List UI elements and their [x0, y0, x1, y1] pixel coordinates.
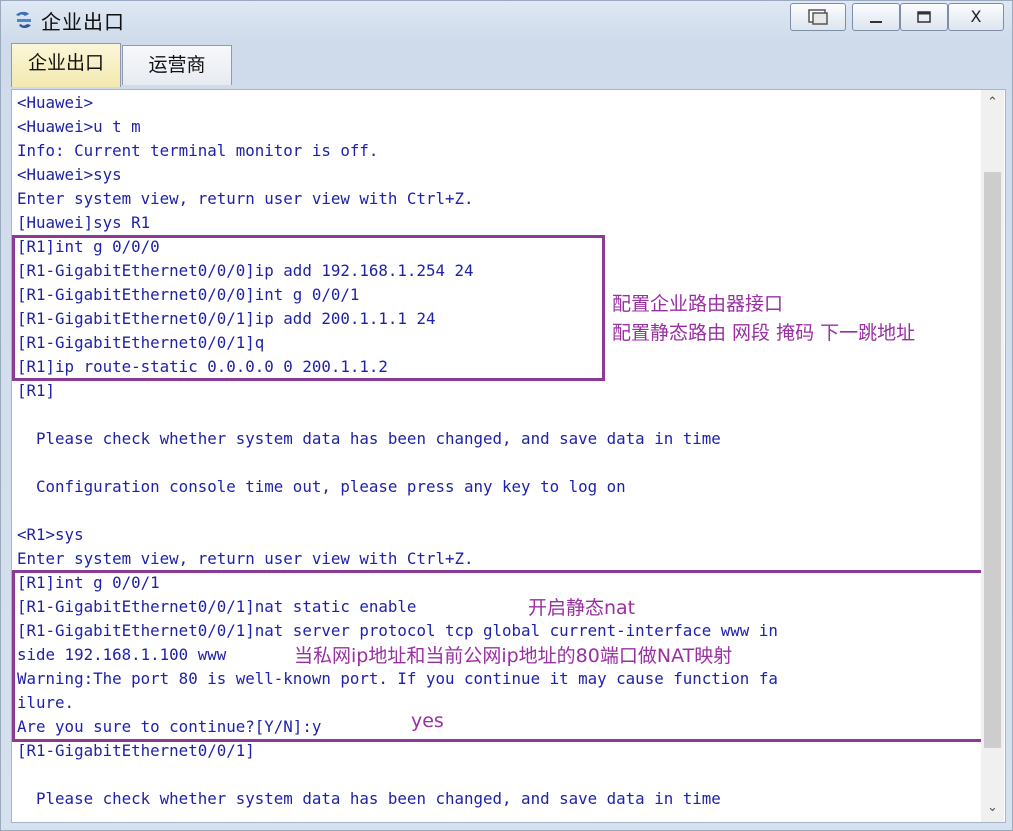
terminal-line: <Huawei>u t m: [17, 117, 141, 136]
annotation-static-nat: 开启静态nat: [528, 593, 636, 620]
application-window: 企业出口 X 企业出口 运营商 <Huawei> <Huawei>u t m Inf…: [0, 0, 1013, 831]
terminal-line: Please check whether system data has bee…: [17, 789, 721, 808]
terminal-panel[interactable]: <Huawei> <Huawei>u t m Info: Current termi…: [11, 89, 1006, 823]
annotation-confirm-yes: yes: [411, 710, 444, 732]
title-bar: 企业出口 X: [1, 1, 1012, 39]
terminal-line: <Huawei>: [17, 93, 94, 112]
terminal-line: <R1>sys: [17, 525, 84, 544]
terminal-line: Info: Current terminal monitor is off.: [17, 141, 379, 160]
vertical-scrollbar[interactable]: ⌃ ⌄: [981, 90, 1004, 822]
terminal-line: [Huawei]sys R1: [17, 213, 151, 232]
minimize-button[interactable]: [852, 3, 900, 31]
close-button[interactable]: X: [948, 3, 1004, 31]
terminal-line: Configuration console time out, please p…: [17, 477, 626, 496]
terminal-line: <Huawei>sys: [17, 165, 122, 184]
restore-button[interactable]: [790, 3, 846, 31]
scroll-down-icon[interactable]: ⌄: [985, 800, 1000, 815]
scroll-up-icon[interactable]: ⌃: [985, 95, 1000, 110]
window-title: 企业出口: [41, 10, 125, 34]
terminal-line: Enter system view, return user view with…: [17, 549, 474, 568]
terminal-line: Please check whether system data has bee…: [17, 429, 721, 448]
terminal-line: [R1-GigabitEthernet0/0/1]: [17, 741, 255, 760]
app-logo-icon: [16, 11, 31, 28]
annotation-nat-mapping: 当私网ip地址和当前公网ip地址的80端口做NAT映射: [294, 641, 733, 668]
maximize-icon: [917, 11, 931, 23]
scroll-thumb[interactable]: [984, 172, 1001, 748]
terminal-line: [R1]: [17, 381, 56, 400]
minimize-icon: [870, 21, 882, 23]
annotation-router-interface: 配置企业路由器接口: [612, 293, 784, 315]
tab-carrier[interactable]: 运营商: [122, 45, 232, 85]
annotation-static-route: 配置静态路由 网段 掩码 下一跳地址: [612, 322, 916, 344]
tab-enterprise-egress[interactable]: 企业出口: [11, 43, 121, 87]
terminal-line: Enter system view, return user view with…: [17, 189, 474, 208]
interface-config-highlight: [12, 235, 605, 381]
restore-icon: [808, 9, 828, 25]
maximize-button[interactable]: [900, 3, 948, 31]
tab-bar: 企业出口 运营商: [9, 41, 1006, 87]
